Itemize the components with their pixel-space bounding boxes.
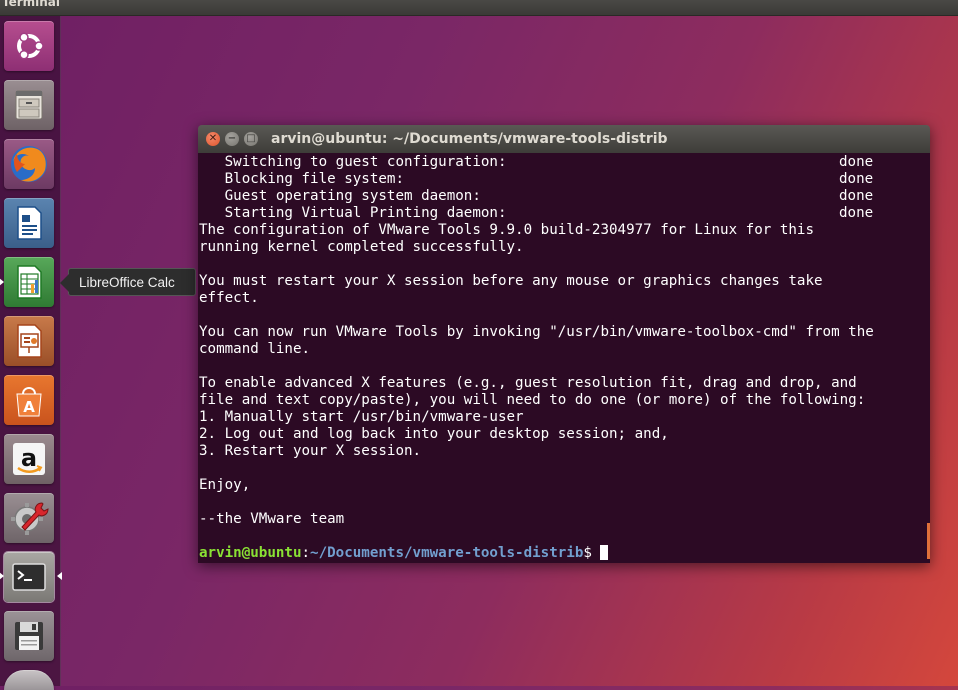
output-line: 2. Log out and log back into your deskto… — [199, 426, 669, 442]
maximize-icon: □ — [246, 133, 256, 144]
active-window-indicator — [57, 572, 62, 580]
ubuntu-logo-icon — [17, 32, 44, 60]
launcher-item-amazon[interactable]: a — [4, 434, 54, 484]
terminal-output[interactable]: Switching to guest configuration: done Bl… — [198, 153, 930, 563]
output-line: 3. Restart your X session. — [199, 443, 422, 459]
launcher-tooltip: LibreOffice Calc — [60, 268, 196, 296]
close-button[interactable]: ✕ — [206, 132, 220, 146]
status-line-text: Starting Virtual Printing daemon: — [199, 205, 507, 221]
impress-presentation-icon — [17, 324, 42, 358]
calc-spreadsheet-icon — [17, 265, 42, 299]
running-indicator-calc — [0, 278, 4, 286]
settings-wrench-icon — [11, 502, 49, 535]
output-line: command line. — [199, 341, 311, 357]
floppy-disk-icon — [15, 622, 43, 650]
status-line: Switching to guest configuration: done — [199, 154, 874, 171]
minimize-button[interactable]: − — [225, 132, 239, 146]
top-panel: Terminal — [0, 0, 958, 15]
launcher-item-libreoffice-calc[interactable] — [4, 257, 54, 307]
terminal-text: Switching to guest configuration: done Bl… — [199, 154, 874, 562]
output-line: The configuration of VMware Tools 9.9.0 … — [199, 222, 814, 238]
launcher-item-libreoffice-impress[interactable] — [4, 316, 54, 366]
status-line: Blocking file system: done — [199, 171, 874, 188]
terminal-scrollbar[interactable] — [927, 523, 930, 559]
output-line: --the VMware team — [199, 511, 345, 527]
status-line-text: Blocking file system: — [199, 171, 404, 187]
status-line-text: Guest operating system daemon: — [199, 188, 481, 204]
status-line-text: Switching to guest configuration: — [199, 154, 507, 170]
writer-document-icon — [17, 206, 42, 240]
status-line-result: done — [839, 171, 874, 187]
file-cabinet-icon — [15, 90, 43, 120]
maximize-button[interactable]: □ — [244, 132, 258, 146]
text-cursor — [600, 545, 609, 560]
launcher-item-libreoffice-writer[interactable] — [4, 198, 54, 248]
amazon-icon: a — [13, 443, 45, 475]
launcher-item-ubuntu-software[interactable]: A — [4, 375, 54, 425]
output-line: running kernel completed successfully. — [199, 239, 524, 255]
launcher-item-files[interactable] — [4, 80, 54, 130]
launcher-item-firefox[interactable] — [4, 139, 54, 189]
output-line: effect. — [199, 290, 259, 306]
output-line: You must restart your X session before a… — [199, 273, 823, 289]
status-line: Guest operating system daemon: done — [199, 188, 874, 205]
svg-text:A: A — [23, 398, 35, 416]
active-app-title: Terminal — [2, 0, 61, 9]
window-title: arvin@ubuntu: ~/Documents/vmware-tools-d… — [271, 131, 668, 147]
software-bag-icon: A — [16, 387, 42, 417]
terminal-window[interactable]: ✕ − □ arvin@ubuntu: ~/Documents/vmware-t… — [198, 125, 930, 563]
tooltip-label: LibreOffice Calc — [79, 274, 175, 290]
launcher: A a — [0, 16, 62, 690]
launcher-item-ubuntu-dash[interactable] — [4, 21, 54, 71]
output-line: file and text copy/paste), you will need… — [199, 392, 866, 408]
launcher-item-partial[interactable] — [4, 670, 54, 690]
prompt-separator: : — [301, 545, 311, 561]
output-line: Enjoy, — [199, 477, 251, 493]
launcher-item-system-settings[interactable] — [4, 493, 54, 543]
terminal-icon — [12, 563, 46, 591]
status-line-result: done — [839, 205, 874, 221]
output-line: You can now run VMware Tools by invoking… — [199, 324, 874, 340]
prompt-symbol: $ — [583, 545, 601, 561]
prompt-path: ~/Documents/vmware-tools-distrib — [310, 545, 584, 561]
status-line-result: done — [839, 154, 874, 170]
prompt-user-host: arvin@ubuntu — [199, 545, 302, 561]
shell-prompt[interactable]: arvin@ubuntu:~/Documents/vmware-tools-di… — [199, 545, 874, 562]
window-titlebar[interactable]: ✕ − □ arvin@ubuntu: ~/Documents/vmware-t… — [198, 125, 930, 153]
minimize-icon: − — [227, 133, 237, 144]
running-indicator-terminal — [0, 572, 4, 580]
panel-divider — [0, 15, 958, 16]
close-icon: ✕ — [208, 133, 218, 144]
svg-text:a: a — [21, 444, 37, 472]
firefox-icon — [11, 146, 47, 182]
status-line: Starting Virtual Printing daemon: done — [199, 205, 874, 222]
output-line: 1. Manually start /usr/bin/vmware-user — [199, 409, 524, 425]
status-line-result: done — [839, 188, 874, 204]
launcher-item-disk[interactable] — [4, 611, 54, 661]
launcher-item-terminal[interactable] — [4, 552, 54, 602]
output-line: To enable advanced X features (e.g., gue… — [199, 375, 857, 391]
